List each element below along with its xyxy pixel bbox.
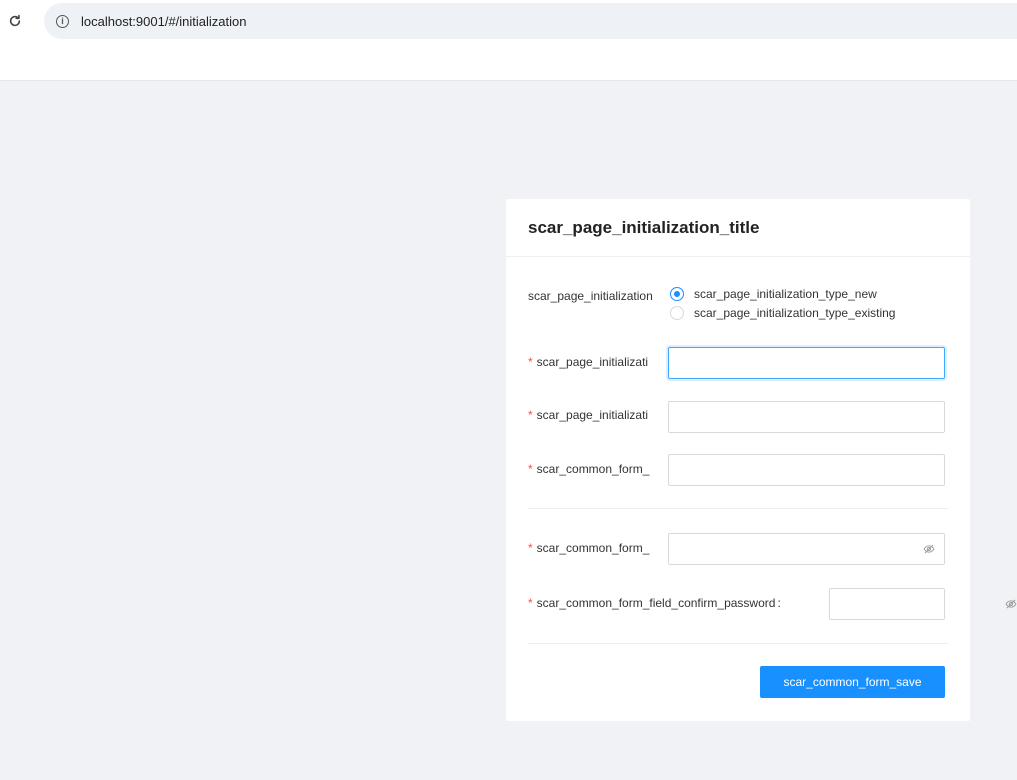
initialization-type-radio-group: scar_page_initialization_type_new scar_p… [670,284,895,322]
field-3-input[interactable] [668,454,945,486]
required-marker: * [528,408,533,422]
eye-invisible-icon[interactable] [914,534,944,564]
confirm-password-input[interactable] [830,589,1005,619]
browser-toolbar: i localhost:9001/#/initialization [0,0,1017,81]
password-field[interactable] [668,533,945,565]
reload-icon[interactable] [4,10,26,32]
field-1-label-text: scar_page_initializati [536,355,649,369]
field-1-input[interactable] [668,347,945,379]
field-1-label: * scar_page_initializati [528,355,669,369]
field-3-label: * scar_common_form_ [528,462,669,476]
eye-invisible-icon[interactable] [1005,589,1017,619]
save-button[interactable]: scar_common_form_save [760,666,945,698]
confirm-password-label-text: scar_common_form_field_confirm_password [536,596,776,610]
confirm-password-field[interactable] [829,588,1017,620]
page-title: scar_page_initialization_title [528,217,760,237]
divider [528,643,948,644]
field-2-label-text: scar_page_initializati [536,408,649,422]
divider [528,508,948,509]
initialization-card: scar_page_initialization_title scar_page… [506,199,1017,721]
radio-checked-icon[interactable] [670,286,684,301]
radio-type-existing-label: scar_page_initialization_type_existing [694,305,896,320]
required-marker: * [528,462,533,476]
info-icon[interactable]: i [56,14,69,28]
initialization-type-label: scar_page_initialization [528,289,653,303]
radio-type-new-label: scar_page_initialization_type_new [694,286,877,301]
field-2-input[interactable] [668,401,945,433]
label-colon: : [777,596,781,610]
required-marker: * [528,541,533,555]
field-2-label: * scar_page_initializati [528,408,669,422]
address-bar[interactable]: i localhost:9001/#/initialization [44,3,1017,39]
url-text[interactable]: localhost:9001/#/initialization [81,14,247,29]
password-label-text: scar_common_form_ [536,541,650,555]
password-label: * scar_common_form_ [528,541,669,555]
radio-unchecked-icon[interactable] [670,305,684,320]
required-marker: * [528,355,533,369]
confirm-password-label: * scar_common_form_field_confirm_password… [528,596,828,610]
radio-type-existing[interactable]: scar_page_initialization_type_existing [670,303,895,322]
card-header: scar_page_initialization_title [506,199,970,257]
required-marker: * [528,596,533,610]
password-input[interactable] [669,534,914,564]
field-3-label-text: scar_common_form_ [536,462,650,476]
radio-type-new[interactable]: scar_page_initialization_type_new [670,284,895,303]
